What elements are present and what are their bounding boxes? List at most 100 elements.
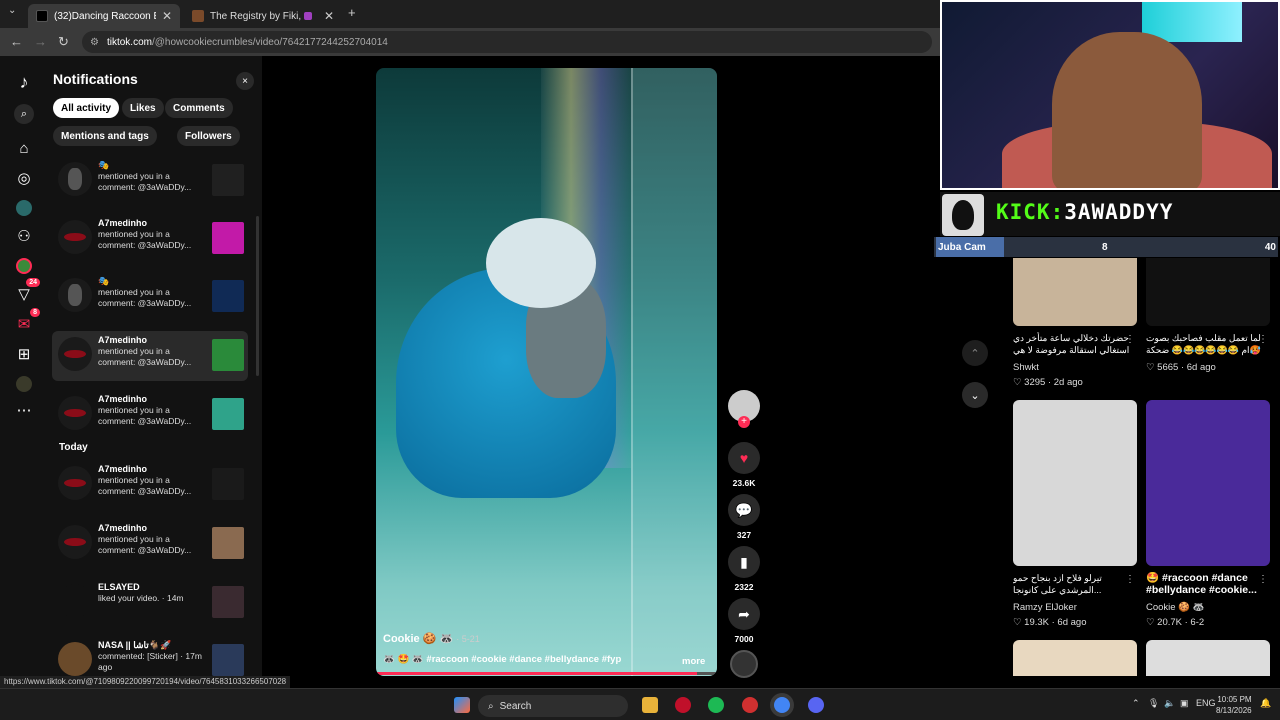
tab-inactive[interactable]: The Registry by Fiki, emmy ✕	[184, 4, 342, 28]
notification-thumbnail[interactable]	[212, 222, 244, 254]
messages-icon[interactable]: ✉ 8	[14, 308, 40, 334]
video-thumbnail[interactable]	[1013, 258, 1137, 326]
avatar[interactable]	[58, 525, 92, 559]
filter-mentions-and-tags[interactable]: Mentions and tags	[53, 126, 157, 146]
video-caption[interactable]: لما تعمل مقلب فصاحبك بصوت ام 😂😂😂😂😂😂 ضحكة…	[1146, 332, 1270, 356]
avatar[interactable]	[58, 642, 92, 676]
video-thumbnail[interactable]	[1013, 640, 1137, 676]
notification-thumbnail[interactable]	[212, 468, 244, 500]
notification-item[interactable]: A7medinho mentioned you in a comment: @3a…	[52, 390, 248, 440]
start-icon[interactable]	[454, 697, 470, 713]
notification-user[interactable]: A7medinho	[98, 394, 202, 405]
like-action[interactable]: ♥ 23.6K	[728, 442, 760, 488]
next-video-chevron-down-icon[interactable]: ⌄	[962, 382, 988, 408]
notification-item[interactable]: 🎭 mentioned you in a comment: @3aWaDDy...	[52, 272, 248, 322]
tray-chevron-up-icon[interactable]: ⌃	[1132, 698, 1140, 709]
obs-icon[interactable]	[742, 697, 758, 713]
notification-user[interactable]: A7medinho	[98, 464, 202, 475]
filter-all-activity[interactable]: All activity	[53, 98, 120, 118]
bookmark-icon[interactable]: ▮	[728, 546, 760, 578]
comment-icon[interactable]: 💬	[728, 494, 760, 526]
avatar[interactable]	[58, 162, 92, 196]
avatar[interactable]	[58, 466, 92, 500]
notification-thumbnail[interactable]	[212, 280, 244, 312]
more-options-icon[interactable]: ⋮	[1258, 334, 1268, 345]
avatar[interactable]	[58, 278, 92, 312]
notification-item[interactable]: A7medinho mentioned you in a comment: @3a…	[52, 460, 248, 510]
spotify-icon[interactable]	[708, 697, 724, 713]
scrollbar[interactable]	[256, 216, 259, 376]
suggested-video-card[interactable]: لما تعمل مقلب فصاحبك بصوت ام 😂😂😂😂😂😂 ضحكة…	[1146, 258, 1270, 373]
previous-video-chevron-up-icon[interactable]: ⌃	[962, 340, 988, 366]
notification-thumbnail[interactable]	[212, 164, 244, 196]
avatar[interactable]	[58, 584, 92, 618]
creator-avatar[interactable]: +	[728, 390, 760, 428]
filter-followers[interactable]: Followers	[177, 126, 240, 146]
live-icon[interactable]	[14, 256, 34, 276]
more-icon[interactable]: ⋯	[14, 400, 34, 420]
avatar[interactable]	[58, 337, 92, 371]
back-icon[interactable]: ←	[10, 34, 23, 49]
video-author[interactable]: Ramzy ElJoker	[1013, 602, 1137, 613]
new-tab-icon[interactable]: +	[348, 5, 356, 20]
video-thumbnail[interactable]	[1146, 258, 1270, 326]
notification-thumbnail[interactable]	[212, 586, 244, 618]
video-author[interactable]: Shwkt	[1013, 362, 1137, 373]
notification-item[interactable]: 🎭 mentioned you in a comment: @3aWaDDy...	[52, 156, 248, 206]
tiktok-logo-icon[interactable]: ♪	[14, 72, 34, 92]
chrome-icon[interactable]	[774, 697, 790, 713]
notification-thumbnail[interactable]	[212, 644, 244, 676]
friends-icon[interactable]: ⚇	[14, 226, 34, 246]
notification-user[interactable]: A7medinho	[98, 218, 202, 229]
music-disc[interactable]	[728, 650, 760, 678]
filter-likes[interactable]: Likes	[122, 98, 164, 118]
video-author[interactable]: Cookie 🍪 🦝 · 5-21	[383, 632, 480, 645]
explore-icon[interactable]: ◎	[14, 168, 34, 188]
notification-user[interactable]: 🎭	[98, 160, 202, 171]
video-caption[interactable]: 🤩 #raccoon #dance #bellydance #cookie...	[1146, 572, 1270, 596]
suggested-video-card[interactable]: 🤩 #raccoon #dance #bellydance #cookie...…	[1146, 400, 1270, 628]
upload-icon[interactable]: ⊞	[14, 344, 34, 364]
follow-plus-icon[interactable]: +	[738, 416, 750, 428]
following-icon[interactable]	[14, 198, 34, 218]
clock[interactable]: 10:05 PM 8/13/2026	[1216, 694, 1252, 716]
filter-comments[interactable]: Comments	[165, 98, 233, 118]
home-icon[interactable]: ⌂	[14, 138, 34, 158]
notification-user[interactable]: ELSAYED	[98, 582, 202, 593]
close-icon[interactable]: ×	[236, 72, 254, 90]
media-player-icon[interactable]	[675, 697, 691, 713]
video-player[interactable]: Cookie 🍪 🦝 · 5-21 🦝 🤩 🦝 #raccoon #cookie…	[376, 68, 717, 676]
search-icon[interactable]: ⌕	[14, 104, 34, 124]
network-icon[interactable]: ▣	[1180, 698, 1189, 709]
save-action[interactable]: ▮ 2322	[728, 546, 760, 592]
suggested-video-card[interactable]	[1013, 640, 1137, 676]
share-action[interactable]: ➦ 7000	[728, 598, 760, 644]
microphone-icon[interactable]: 🎙	[1148, 698, 1159, 709]
reload-icon[interactable]: ↻	[58, 34, 69, 50]
more-options-icon[interactable]: ⋮	[1125, 334, 1135, 345]
comment-action[interactable]: 💬 327	[728, 494, 760, 540]
discord-icon[interactable]	[808, 697, 824, 713]
language-indicator[interactable]: ENG	[1196, 698, 1216, 708]
video-progress-bar[interactable]	[376, 672, 717, 675]
video-thumbnail[interactable]	[1146, 400, 1270, 566]
notification-item[interactable]: A7medinho mentioned you in a comment: @3a…	[52, 519, 248, 569]
heart-icon[interactable]: ♥	[728, 442, 760, 474]
notification-item[interactable]: A7medinho mentioned you in a comment: @3a…	[52, 331, 248, 381]
forward-icon[interactable]: →	[34, 34, 47, 49]
video-thumbnail[interactable]	[1146, 640, 1270, 676]
file-explorer-icon[interactable]	[642, 697, 658, 713]
notification-item[interactable]: A7medinho mentioned you in a comment: @3a…	[52, 214, 248, 264]
notification-user[interactable]: A7medinho	[98, 335, 202, 346]
more-button[interactable]: more	[682, 656, 705, 667]
tab-list-chevron-icon[interactable]: ⌄	[8, 5, 16, 16]
activity-icon[interactable]: ▽ 24	[14, 278, 40, 304]
close-tab-icon[interactable]: ✕	[324, 9, 334, 23]
tab-active[interactable]: (32)Dancing Raccoon Eating Co ✕	[28, 4, 180, 28]
more-options-icon[interactable]: ⋮	[1125, 574, 1135, 585]
site-info-icon[interactable]: ⚙	[90, 37, 99, 48]
more-options-icon[interactable]: ⋮	[1258, 574, 1268, 585]
music-disc-icon[interactable]	[730, 650, 758, 678]
author-name[interactable]: Cookie 🍪 🦝	[383, 633, 453, 645]
notification-item[interactable]: ELSAYED liked your video. · 14m	[52, 578, 248, 628]
